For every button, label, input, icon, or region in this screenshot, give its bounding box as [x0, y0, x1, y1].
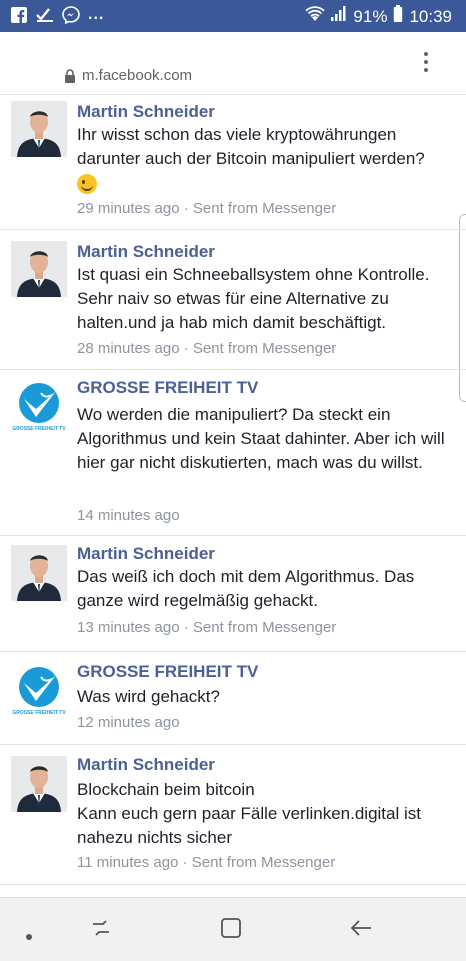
comment-item: GROSSE FREIHEIT TV GROSSE FREIHEIT TV Wa…: [0, 652, 466, 745]
battery-percent: 91%: [353, 6, 388, 26]
comment-source: · Sent from Messenger: [182, 854, 336, 871]
comment-time[interactable]: 11 minutes ago: [77, 854, 178, 871]
comment-source: · Sent from Messenger: [183, 200, 337, 217]
comment-text: Blockchain beim bitcoin Kann euch gern p…: [77, 778, 457, 850]
url-text[interactable]: m.facebook.com: [82, 67, 192, 84]
comment-author[interactable]: Martin Schneider: [77, 755, 215, 775]
comment-text: Ihr wisst schon das viele kryptowährunge…: [77, 123, 457, 195]
dot-icon: [26, 927, 32, 945]
comment-item: Martin Schneider Ist quasi ein Schneebal…: [0, 230, 466, 370]
page-logo-text: GROSSE FREIHEIT TV: [12, 710, 66, 716]
comment-item: Martin Schneider Das weiß ich doch mit d…: [0, 536, 466, 652]
check-notification-icon: [36, 6, 54, 24]
recent-apps-icon[interactable]: [89, 916, 113, 945]
comment-text-line: Kann euch gern paar Fälle verlinken.digi…: [77, 804, 421, 847]
page-logo-text: GROSSE FREIHEIT TV: [12, 426, 66, 432]
back-icon[interactable]: [349, 916, 373, 945]
comment-text-body: Ihr wisst schon das viele kryptowährunge…: [77, 125, 425, 168]
more-notifications-indicator: ...: [88, 6, 105, 23]
comment-author[interactable]: Martin Schneider: [77, 544, 215, 564]
notification-icons: ...: [10, 6, 104, 24]
comment-text: Was wird gehackt?: [77, 687, 220, 706]
comment-text: Wo werden die manipuliert? Da steckt ein…: [77, 405, 445, 472]
comment-text: Das weiß ich doch mit dem Algorithmus. D…: [77, 567, 415, 610]
comment-time[interactable]: 12 minutes ago: [77, 714, 180, 731]
comment-author[interactable]: GROSSE FREIHEIT TV: [77, 662, 258, 682]
comment-time[interactable]: 13 minutes ago: [77, 619, 180, 636]
clock: 10:39: [409, 6, 452, 26]
comment-meta: 11 minutes ago · Sent from Messenger: [77, 854, 335, 871]
browser-address-bar: m.facebook.com: [0, 32, 466, 95]
home-icon[interactable]: [219, 916, 243, 945]
lock-icon: [64, 69, 76, 88]
author-avatar[interactable]: [11, 756, 67, 812]
comment-list: Martin Schneider Ihr wisst schon das vie…: [0, 94, 466, 885]
comment-text: Ist quasi ein Schneeballsystem ohne Kont…: [77, 265, 430, 332]
system-navigation-bar: [0, 897, 466, 961]
author-avatar[interactable]: [11, 101, 67, 157]
messenger-notification-icon: [62, 6, 80, 24]
page-avatar[interactable]: GROSSE FREIHEIT TV: [11, 379, 67, 435]
winking-face-emoji-icon: [77, 173, 97, 194]
status-bar: ... 91% 10:39: [0, 0, 466, 32]
more-options-icon[interactable]: [424, 52, 428, 76]
comment-time[interactable]: 14 minutes ago: [77, 507, 180, 524]
comment-meta: 14 minutes ago: [77, 507, 180, 524]
comment-meta: 13 minutes ago · Sent from Messenger: [77, 619, 336, 636]
comment-source: · Sent from Messenger: [183, 619, 337, 636]
comment-time[interactable]: 28 minutes ago: [77, 340, 180, 357]
comment-item: Martin Schneider Ihr wisst schon das vie…: [0, 94, 466, 230]
page-avatar[interactable]: GROSSE FREIHEIT TV: [11, 663, 67, 719]
signal-icon: [331, 6, 347, 27]
comment-source: · Sent from Messenger: [183, 340, 337, 357]
comment-meta: 29 minutes ago · Sent from Messenger: [77, 200, 336, 217]
comment-author[interactable]: GROSSE FREIHEIT TV: [77, 378, 258, 398]
author-avatar[interactable]: [11, 241, 67, 297]
comment-author[interactable]: Martin Schneider: [77, 242, 215, 262]
comment-time[interactable]: 29 minutes ago: [77, 200, 180, 217]
comment-meta: 12 minutes ago: [77, 714, 180, 731]
comment-item: GROSSE FREIHEIT TV GROSSE FREIHEIT TV Wo…: [0, 370, 466, 536]
comment-meta: 28 minutes ago · Sent from Messenger: [77, 340, 336, 357]
battery-icon: [393, 5, 403, 28]
comment-item: Martin Schneider Blockchain beim bitcoin…: [0, 745, 466, 885]
comment-text-line: Blockchain beim bitcoin: [77, 780, 255, 799]
wifi-icon: [305, 6, 326, 27]
comment-author[interactable]: Martin Schneider: [77, 102, 215, 122]
author-avatar[interactable]: [11, 545, 67, 601]
facebook-notification-icon: [10, 6, 28, 24]
status-icons: 91% 10:39: [305, 5, 452, 28]
